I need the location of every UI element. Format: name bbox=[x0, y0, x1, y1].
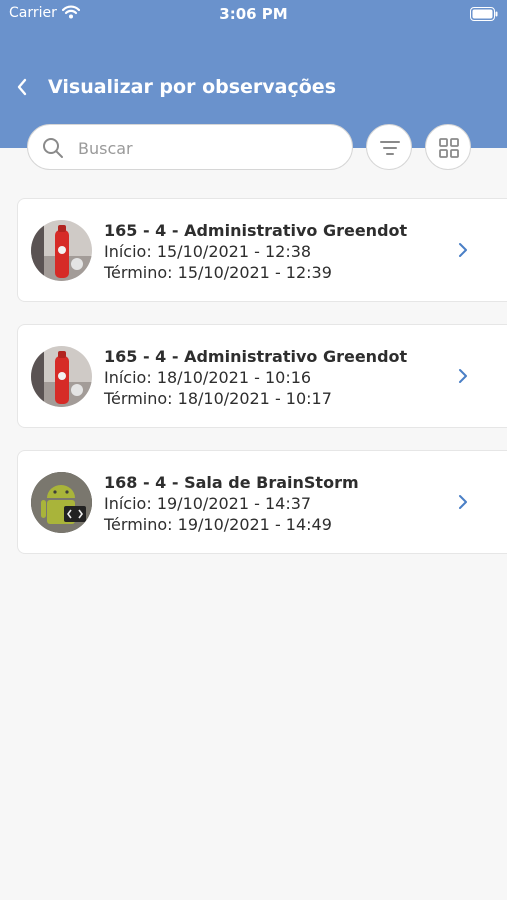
search-icon bbox=[42, 137, 64, 163]
avatar bbox=[31, 220, 92, 281]
avatar bbox=[31, 472, 92, 533]
card-start: Início: 19/10/2021 - 14:37 bbox=[104, 494, 312, 513]
card-start: Início: 18/10/2021 - 10:16 bbox=[104, 368, 312, 387]
filter-icon bbox=[380, 141, 400, 155]
nav-bar: Visualizar por observações bbox=[0, 70, 507, 106]
back-chevron-icon[interactable] bbox=[16, 78, 28, 100]
card-title: 165 - 4 - Administrativo Greendot bbox=[104, 221, 408, 240]
card-start: Início: 15/10/2021 - 12:38 bbox=[104, 242, 312, 261]
observation-card[interactable]: 165 - 4 - Administrativo Greendot Início… bbox=[17, 198, 507, 302]
battery-icon bbox=[470, 6, 498, 25]
avatar bbox=[31, 346, 92, 407]
grid-view-button[interactable] bbox=[425, 124, 471, 170]
card-text: 165 - 4 - Administrativo Greendot Início… bbox=[104, 220, 407, 283]
card-end: Término: 15/10/2021 - 12:39 bbox=[104, 263, 332, 282]
card-text: 168 - 4 - Sala de BrainStorm Início: 19/… bbox=[104, 472, 359, 535]
card-text: 165 - 4 - Administrativo Greendot Início… bbox=[104, 346, 407, 409]
red-bottle-thumbnail-icon bbox=[31, 220, 92, 281]
search-box[interactable] bbox=[27, 124, 353, 171]
chevron-right-icon bbox=[458, 494, 468, 514]
filter-button[interactable] bbox=[366, 124, 412, 170]
clock: 3:06 PM bbox=[219, 5, 288, 23]
card-end: Término: 18/10/2021 - 10:17 bbox=[104, 389, 332, 408]
observation-card[interactable]: 168 - 4 - Sala de BrainStorm Início: 19/… bbox=[17, 450, 507, 554]
card-title: 165 - 4 - Administrativo Greendot bbox=[104, 347, 408, 366]
page-title: Visualizar por observações bbox=[48, 76, 337, 98]
chevron-right-icon bbox=[458, 368, 468, 388]
observation-card[interactable]: 165 - 4 - Administrativo Greendot Início… bbox=[17, 324, 507, 428]
search-input[interactable] bbox=[76, 125, 340, 171]
card-title: 168 - 4 - Sala de BrainStorm bbox=[104, 473, 359, 492]
chevron-right-icon bbox=[458, 242, 468, 262]
card-end: Término: 19/10/2021 - 14:49 bbox=[104, 515, 332, 534]
android-robot-thumbnail-icon bbox=[31, 472, 92, 533]
red-bottle-thumbnail-icon bbox=[31, 346, 92, 407]
status-bar: Carrier 3:06 PM bbox=[0, 0, 507, 28]
observation-list: 165 - 4 - Administrativo Greendot Início… bbox=[17, 198, 507, 576]
grid-icon bbox=[439, 138, 459, 158]
